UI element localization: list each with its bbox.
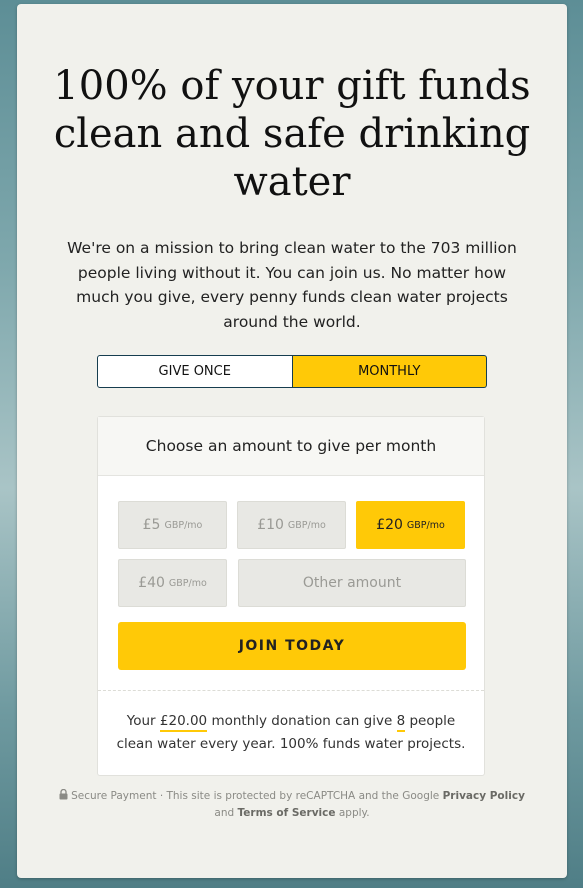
amount-value: £10 bbox=[257, 517, 284, 533]
amount-value: £20 bbox=[376, 517, 403, 533]
amount-unit: GBP/mo bbox=[406, 519, 445, 531]
recaptcha-text: · This site is protected by reCAPTCHA an… bbox=[159, 790, 440, 802]
amount-option-5[interactable]: £5 GBP/mo bbox=[118, 501, 227, 549]
and-text: and bbox=[214, 807, 235, 819]
panel-title: Choose an amount to give per month bbox=[98, 417, 484, 476]
impact-people-count: 8 bbox=[396, 713, 406, 732]
terms-of-service-link[interactable]: Terms of Service bbox=[238, 807, 336, 819]
join-today-button[interactable]: JOIN TODAY bbox=[118, 622, 466, 670]
donation-card: 100% of your gift funds clean and safe d… bbox=[17, 4, 567, 878]
amount-unit: GBP/mo bbox=[168, 577, 207, 589]
amount-value: £5 bbox=[142, 517, 161, 533]
panel-title-text: Choose an amount to give per month bbox=[145, 437, 437, 455]
page-title: 100% of your gift funds clean and safe d… bbox=[53, 63, 531, 205]
amount-option-10[interactable]: £10 GBP/mo bbox=[237, 501, 346, 549]
amount-option-40[interactable]: £40 GBP/mo bbox=[118, 559, 227, 607]
frequency-toggle: GIVE ONCE MONTHLY bbox=[97, 355, 487, 388]
monthly-button[interactable]: MONTHLY bbox=[292, 355, 487, 388]
secure-payment-note: Secure Payment · This site is protected … bbox=[57, 788, 527, 821]
amount-value: £40 bbox=[138, 575, 165, 591]
amount-option-20[interactable]: £20 GBP/mo bbox=[356, 501, 465, 549]
other-amount-input[interactable]: Other amount bbox=[238, 559, 466, 607]
divider bbox=[98, 690, 484, 691]
give-once-button[interactable]: GIVE ONCE bbox=[97, 355, 293, 388]
secure-label: Secure Payment bbox=[71, 790, 157, 802]
impact-middle: monthly donation can give bbox=[211, 713, 393, 729]
other-amount-placeholder: Other amount bbox=[302, 575, 402, 591]
lock-icon bbox=[59, 788, 68, 805]
apply-text: apply. bbox=[338, 807, 370, 819]
intro-text: We're on a mission to bring clean water … bbox=[67, 239, 517, 331]
amount-unit: GBP/mo bbox=[287, 519, 326, 531]
impact-statement: Your £20.00 monthly donation can give 8 … bbox=[108, 710, 474, 756]
amount-panel: Choose an amount to give per month £5 GBP… bbox=[97, 416, 485, 776]
impact-amount: £20.00 bbox=[159, 713, 208, 732]
privacy-policy-link[interactable]: Privacy Policy bbox=[443, 790, 525, 802]
amount-unit: GBP/mo bbox=[164, 519, 203, 531]
impact-prefix: Your bbox=[126, 713, 156, 729]
